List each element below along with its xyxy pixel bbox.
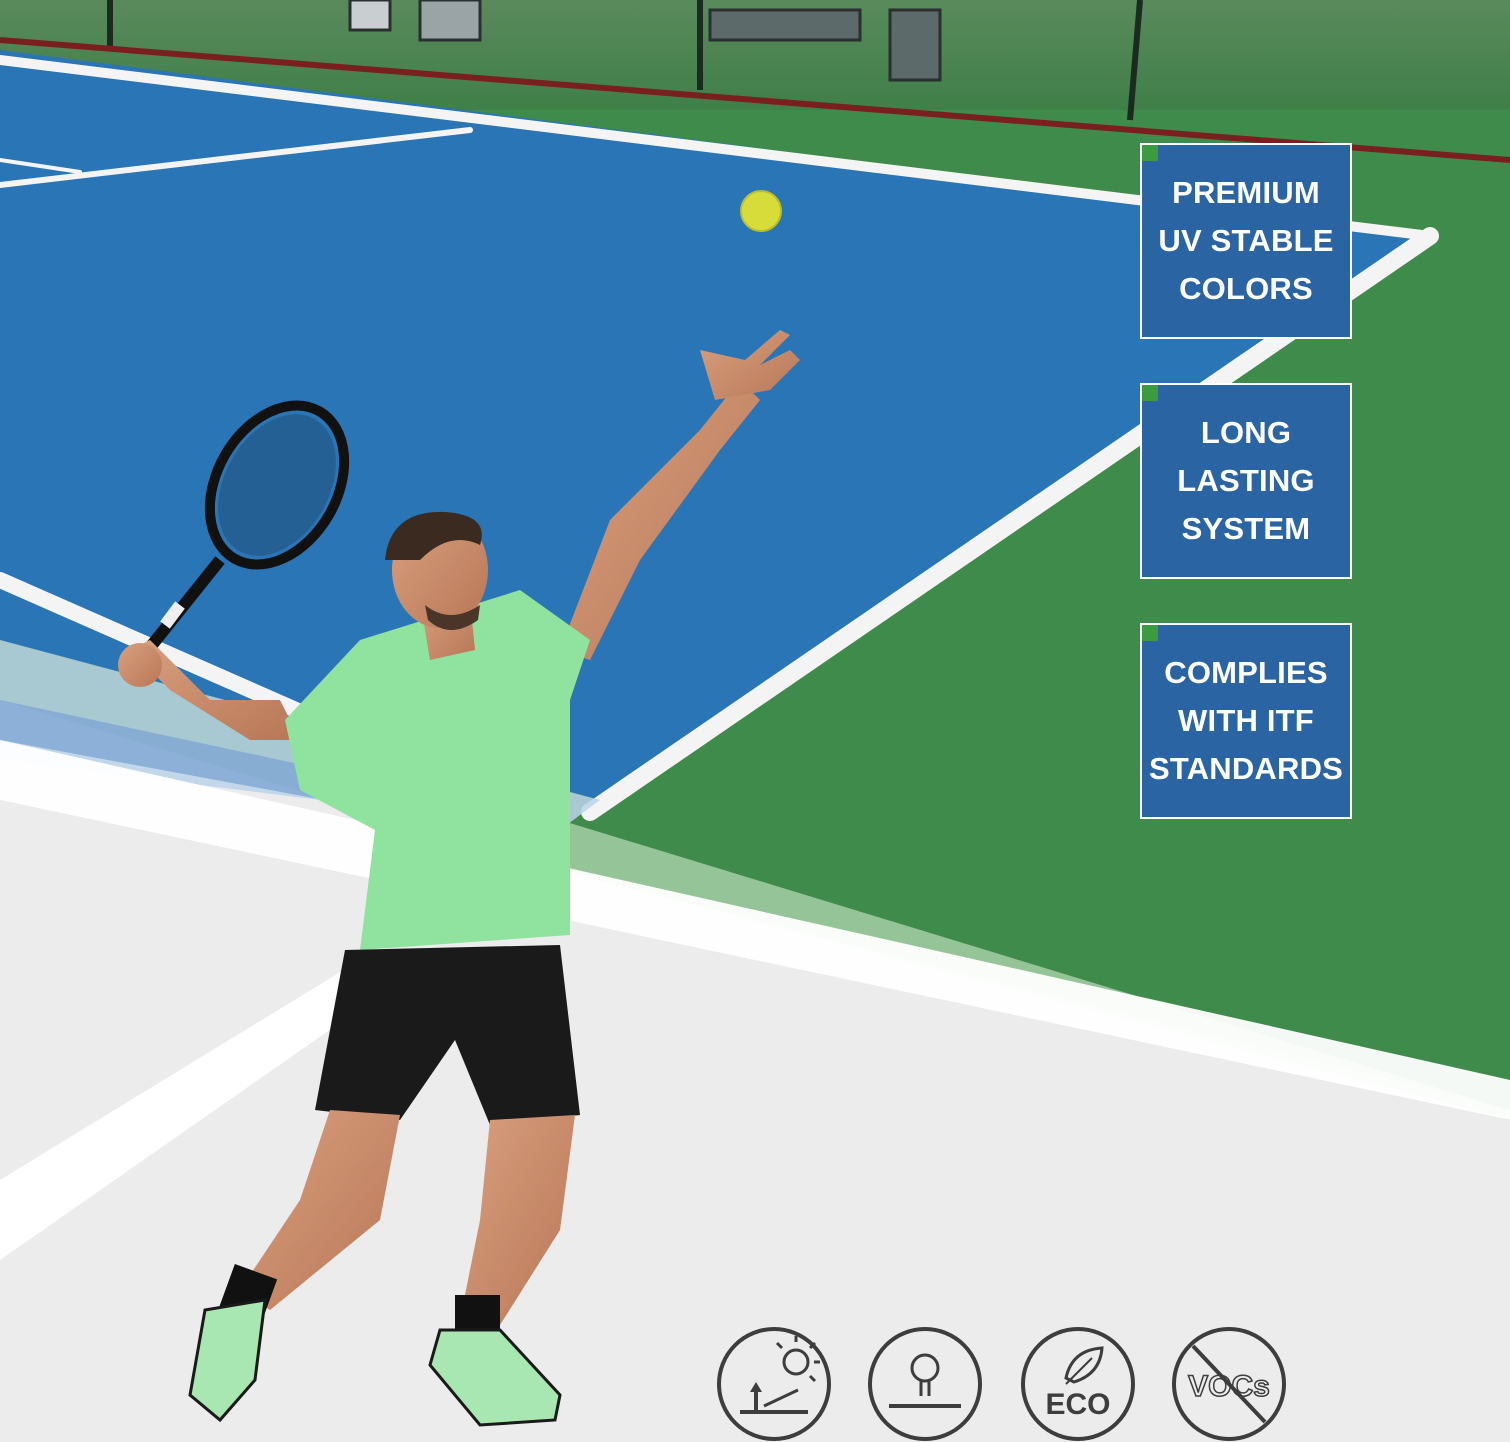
corner-accent [1142,625,1158,641]
uv-resistance-icon [717,1327,831,1441]
feature-label: PREMIUM UV STABLE COLORS [1158,175,1334,306]
eco-leaf-icon: ECO [1021,1327,1135,1441]
feature-label: COMPLIES WITH ITF STANDARDS [1148,655,1344,786]
feature-label: LONG LASTING SYSTEM [1177,415,1315,546]
no-vocs-icon: VOCs [1172,1327,1286,1441]
feature-box-uv-colors: PREMIUM UV STABLE COLORS [1140,143,1352,339]
tennis-ball [740,190,782,232]
feature-box-itf: COMPLIES WITH ITF STANDARDS [1140,623,1352,819]
surface-light-icon [868,1327,982,1441]
feature-box-long-lasting: LONG LASTING SYSTEM [1140,383,1352,579]
eco-label: ECO [1045,1388,1110,1421]
corner-accent [1142,385,1158,401]
corner-accent [1142,145,1158,161]
